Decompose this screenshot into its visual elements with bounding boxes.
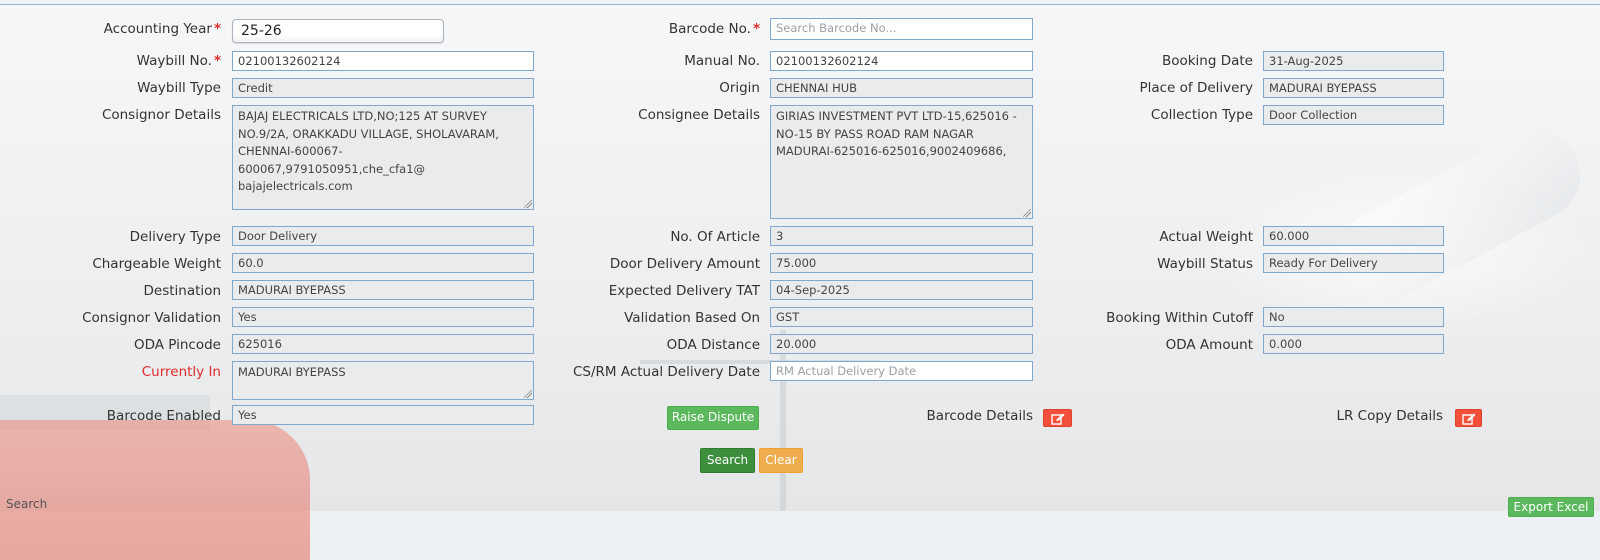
validation-based-on-field[interactable]: GST — [770, 307, 1033, 327]
booking-within-cutoff-label: Booking Within Cutoff — [1106, 310, 1253, 326]
waybill-status-label: Waybill Status — [1157, 256, 1253, 272]
door-delivery-amount-field[interactable]: 75.000 — [770, 253, 1033, 273]
clear-button[interactable]: Clear — [759, 448, 803, 473]
consignor-details-textarea[interactable]: BAJAJ ELECTRICALS LTD,NO;125 AT SURVEY N… — [232, 105, 534, 210]
expected-delivery-tat-label: Expected Delivery TAT — [608, 283, 760, 299]
booking-within-cutoff-field[interactable]: No — [1263, 307, 1444, 327]
waybill-no-input[interactable]: 02100132602124 — [232, 51, 534, 71]
barcode-enabled-label: Barcode Enabled — [106, 408, 221, 424]
accounting-year-select[interactable]: 25-26 — [232, 19, 444, 43]
edit-icon — [1461, 413, 1475, 425]
booking-date-field[interactable]: 31-Aug-2025 — [1263, 51, 1444, 71]
place-of-delivery-label: Place of Delivery — [1139, 80, 1253, 96]
barcode-no-label: Barcode No. * — [668, 21, 760, 37]
destination-field[interactable]: MADURAI BYEPASS — [232, 280, 534, 300]
chargeable-weight-field[interactable]: 60.0 — [232, 253, 534, 273]
cs-rm-actual-delivery-date-label: CS/RM Actual Delivery Date — [572, 364, 760, 380]
waybill-type-field[interactable]: Credit — [232, 78, 534, 98]
currently-in-textarea[interactable]: MADURAI BYEPASS — [232, 361, 534, 400]
destination-label: Destination — [143, 283, 221, 299]
no-of-article-field[interactable]: 3 — [770, 226, 1033, 246]
validation-based-on-label: Validation Based On — [624, 310, 760, 326]
lr-copy-details-edit-button[interactable] — [1455, 409, 1482, 427]
accounting-year-label: Accounting Year * — [103, 21, 221, 37]
resize-grip-icon[interactable] — [524, 390, 532, 398]
resize-grip-icon[interactable] — [524, 200, 532, 208]
currently-in-label: Currently In — [141, 364, 221, 380]
oda-amount-label: ODA Amount — [1165, 337, 1253, 353]
actual-weight-label: Actual Weight — [1159, 229, 1253, 245]
oda-distance-label: ODA Distance — [666, 337, 760, 353]
waybill-no-label: Waybill No. * — [136, 53, 221, 69]
consignor-validation-field[interactable]: Yes — [232, 307, 534, 327]
chargeable-weight-label: Chargeable Weight — [92, 256, 221, 272]
consignee-details-textarea[interactable]: GIRIAS INVESTMENT PVT LTD-15,625016 - NO… — [770, 105, 1033, 219]
place-of-delivery-field[interactable]: MADURAI BYEPASS — [1263, 78, 1444, 98]
background-crane — [780, 330, 786, 511]
export-excel-button[interactable]: Export Excel — [1508, 497, 1594, 517]
top-border — [0, 0, 1600, 5]
raise-dispute-button[interactable]: Raise Dispute — [667, 406, 759, 430]
origin-field[interactable]: CHENNAI HUB — [770, 78, 1033, 98]
barcode-details-label: Barcode Details — [926, 408, 1033, 424]
resize-grip-icon[interactable] — [1023, 209, 1031, 217]
delivery-type-label: Delivery Type — [129, 229, 221, 245]
consignee-details-text: GIRIAS INVESTMENT PVT LTD-15,625016 - NO… — [776, 109, 1017, 158]
consignor-details-text: BAJAJ ELECTRICALS LTD,NO;125 AT SURVEY N… — [238, 109, 499, 193]
manual-no-input[interactable]: 02100132602124 — [770, 51, 1033, 71]
no-of-article-label: No. Of Article — [670, 229, 760, 245]
actual-weight-field[interactable]: 60.000 — [1263, 226, 1444, 246]
manual-no-label: Manual No. — [684, 53, 760, 69]
oda-pincode-label: ODA Pincode — [133, 337, 221, 353]
oda-distance-field[interactable]: 20.000 — [770, 334, 1033, 354]
barcode-search-input[interactable]: Search Barcode No... — [770, 18, 1033, 40]
barcode-details-edit-button[interactable] — [1043, 409, 1072, 427]
delivery-type-field[interactable]: Door Delivery — [232, 226, 534, 246]
search-section-label: Search — [6, 497, 48, 511]
rm-actual-delivery-date-input[interactable]: RM Actual Delivery Date — [770, 361, 1033, 381]
collection-type-label: Collection Type — [1150, 107, 1253, 123]
currently-in-text: MADURAI BYEPASS — [238, 365, 346, 379]
consignor-validation-label: Consignor Validation — [82, 310, 221, 326]
waybill-status-field[interactable]: Ready For Delivery — [1263, 253, 1444, 273]
oda-amount-field[interactable]: 0.000 — [1263, 334, 1444, 354]
expected-delivery-tat-field[interactable]: 04-Sep-2025 — [770, 280, 1033, 300]
edit-icon — [1050, 413, 1064, 425]
background-ship — [0, 420, 310, 560]
waybill-type-label: Waybill Type — [137, 80, 221, 96]
origin-label: Origin — [719, 80, 760, 96]
barcode-enabled-field[interactable]: Yes — [232, 405, 534, 425]
collection-type-field[interactable]: Door Collection — [1263, 105, 1444, 125]
consignor-details-label: Consignor Details — [101, 107, 221, 123]
consignee-details-label: Consignee Details — [638, 107, 760, 123]
lr-copy-details-label: LR Copy Details — [1336, 408, 1443, 424]
oda-pincode-field[interactable]: 625016 — [232, 334, 534, 354]
door-delivery-amount-label: Door Delivery Amount — [609, 256, 760, 272]
search-button[interactable]: Search — [700, 448, 755, 473]
booking-date-label: Booking Date — [1161, 53, 1253, 69]
